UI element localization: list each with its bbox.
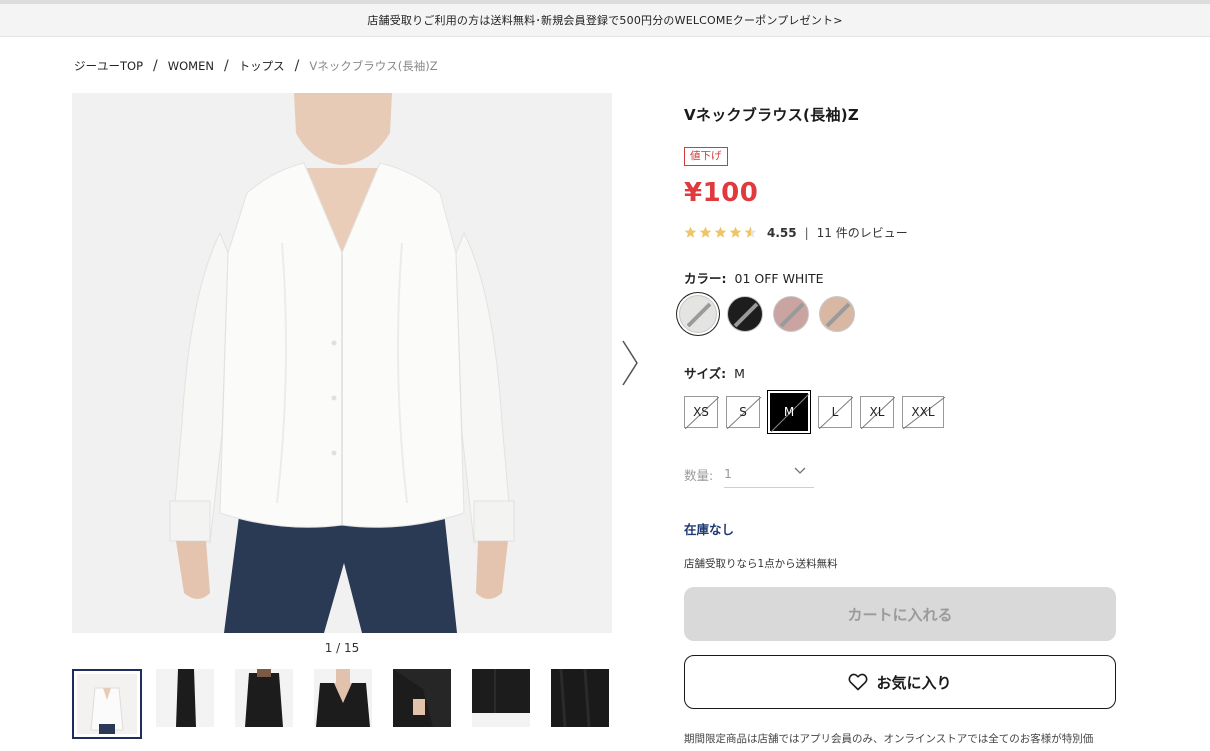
breadcrumb-separator: / [153, 58, 158, 74]
size-m[interactable]: M [770, 393, 809, 432]
thumbnail-black-sleeve[interactable] [393, 669, 451, 727]
promo-banner[interactable]: 店舗受取りご利用の方は送料無料･新規会員登録で500円分のWELCOMEクーポン… [0, 4, 1210, 37]
star-icon [684, 226, 697, 238]
thumbnail-strip [72, 669, 630, 739]
thumbnail-black-side[interactable] [156, 669, 214, 727]
quantity-value: 1 [724, 465, 732, 481]
color-label-title: カラー: [684, 271, 727, 286]
product-main-image[interactable] [72, 93, 612, 633]
thumbnail-black-front-neck[interactable] [314, 669, 372, 727]
breadcrumb-tops[interactable]: トップス [239, 58, 285, 74]
image-counter: 1 / 15 [324, 641, 360, 655]
breadcrumb-separator: / [294, 58, 300, 74]
quantity-label: 数量: [684, 468, 714, 483]
blouse-photo [72, 93, 612, 633]
breadcrumb-top[interactable]: ジーユーTOP [74, 58, 143, 74]
limited-offer-note: 期間限定商品は店舗ではアプリ会員のみ、オンラインストアでは全てのお客様が特別価 [684, 733, 1094, 745]
star-icon [699, 226, 712, 238]
chevron-right-icon[interactable] [618, 338, 642, 388]
size-xxl-label: XXL [911, 405, 935, 419]
rating-divider: | [804, 225, 809, 240]
size-options: XS S M L XL XXL [684, 393, 952, 432]
size-xs-label: XS [693, 405, 709, 419]
color-swatches [679, 295, 865, 333]
size-m-label: M [783, 405, 795, 419]
breadcrumb-separator: / [223, 58, 229, 74]
favorite-button-label: お気に入り [876, 673, 952, 692]
review-count-link[interactable]: 11 件のレビュー [817, 224, 908, 241]
size-xxl[interactable]: XXL [902, 396, 945, 429]
swatch-pink[interactable] [773, 296, 809, 332]
size-s[interactable]: S [726, 396, 761, 429]
thumbnail-white-front[interactable] [72, 669, 142, 739]
star-half-icon [744, 226, 757, 238]
rating-summary[interactable]: 4.55 | 11 件のレビュー [684, 224, 908, 241]
color-label: カラー: 01 OFF WHITE [684, 268, 824, 287]
quantity-select[interactable]: 1 [724, 459, 814, 488]
size-value: M [734, 366, 745, 381]
star-icon [729, 226, 742, 238]
add-to-cart-button[interactable]: カートに入れる [684, 587, 1116, 641]
breadcrumb-women[interactable]: WOMEN [168, 59, 214, 73]
thumbnail-black-back[interactable] [235, 669, 293, 727]
size-xs[interactable]: XS [684, 396, 719, 429]
rating-score: 4.55 [767, 225, 797, 240]
favorite-button[interactable]: お気に入り [684, 655, 1116, 709]
swatch-black[interactable] [727, 296, 763, 332]
chevron-down-icon [794, 467, 806, 474]
product-price: ¥100 [684, 178, 759, 208]
pickup-note: 店舗受取りなら1点から送料無料 [684, 558, 838, 570]
swatch-beige[interactable] [819, 296, 855, 332]
size-label: サイズ: M [684, 363, 745, 382]
size-s-label: S [739, 405, 747, 419]
star-icon [714, 226, 727, 238]
breadcrumb: ジーユーTOP / WOMEN / トップス / Vネックブラウス(長袖)Z [74, 58, 438, 74]
breadcrumb-current: Vネックブラウス(長袖)Z [309, 59, 438, 73]
product-title: Vネックブラウス(長袖)Z [684, 106, 860, 124]
swatch-off-white[interactable] [679, 295, 717, 333]
color-value: 01 OFF WHITE [734, 271, 824, 286]
thumbnail-black-hem[interactable] [472, 669, 530, 727]
stock-status: 在庫なし [684, 522, 735, 537]
rating-stars [684, 226, 759, 239]
size-label-title: サイズ: [684, 366, 727, 381]
price-down-badge: 値下げ [684, 147, 728, 166]
size-xl-label: XL [869, 405, 885, 419]
heart-icon [848, 673, 868, 691]
size-xl[interactable]: XL [860, 396, 895, 429]
size-l[interactable]: L [818, 396, 853, 429]
thumbnail-black-detail[interactable] [551, 669, 609, 727]
promo-banner-text: 店舗受取りご利用の方は送料無料･新規会員登録で500円分のWELCOMEクーポン… [367, 14, 843, 27]
size-l-label: L [831, 405, 839, 419]
